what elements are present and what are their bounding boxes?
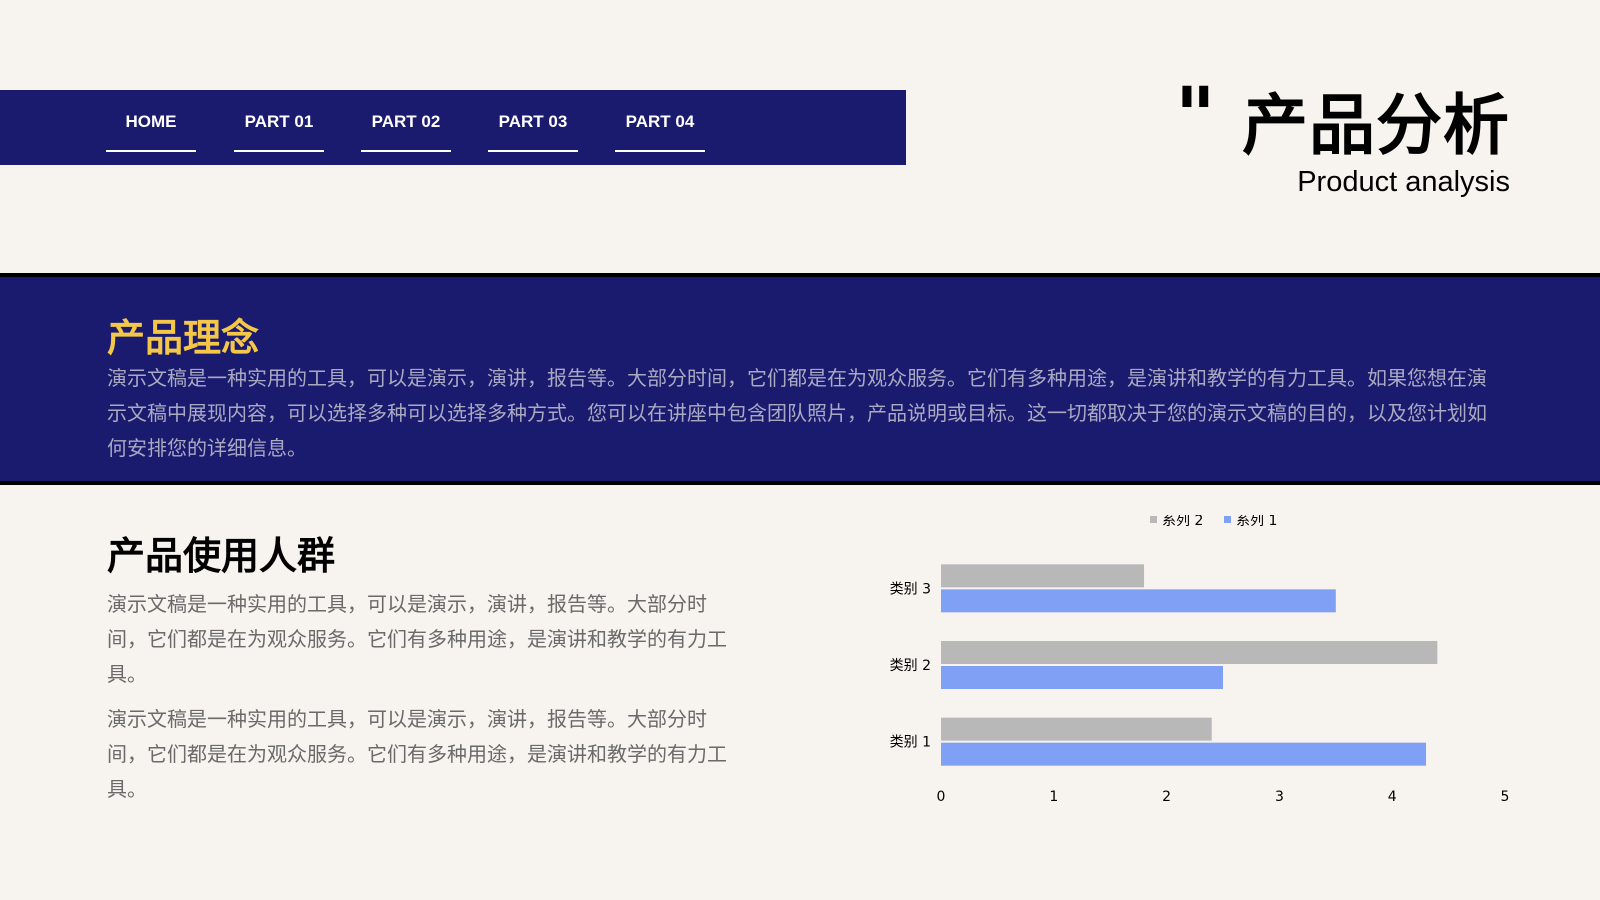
nav-part-03-label: PART 03 [498, 112, 568, 131]
users-title: 产品使用人群 [107, 534, 336, 578]
x-tick-label: 1 [1049, 789, 1058, 805]
nav-part-01[interactable]: PART 01 [234, 110, 324, 152]
concept-title: 产品理念 [107, 316, 260, 360]
x-tick-label: 2 [1162, 789, 1171, 805]
nav-part-04[interactable]: PART 04 [615, 110, 705, 152]
category-label: 类别 3 [890, 581, 931, 597]
bar-series-1-2 [941, 666, 1223, 689]
nav-part-04-label: PART 04 [625, 112, 695, 131]
bar-chart: 类别 1 类别 2 类别 3 0 1 2 3 4 5 系列 2 系列 1 [860, 513, 1520, 815]
bar-series-1-1 [941, 742, 1427, 766]
bar-series-2-3 [941, 564, 1145, 588]
x-tick-label: 3 [1275, 789, 1284, 805]
nav-home[interactable]: HOME [106, 110, 196, 152]
concept-band: 产品理念 演示文稿是一种实用的工具，可以是演示，演讲，报告等。大部分时间，它们都… [0, 273, 1600, 485]
nav-part-03[interactable]: PART 03 [488, 110, 578, 152]
legend-swatch [1224, 516, 1231, 523]
bar-series-2-1 [941, 717, 1212, 741]
x-tick-label: 4 [1388, 789, 1397, 805]
concept-text: 演示文稿是一种实用的工具，可以是演示，演讲，报告等。大部分时间，它们都是在为观众… [107, 366, 1487, 460]
users-paragraph-1: 演示文稿是一种实用的工具，可以是演示，演讲，报告等。大部分时间，它们都是在为观众… [107, 592, 727, 686]
category-label: 类别 2 [890, 658, 931, 674]
legend-label: 系列 2 [1162, 515, 1203, 529]
category-label: 类别 1 [890, 735, 931, 751]
legend-label: 系列 1 [1236, 515, 1277, 529]
nav-home-label: HOME [125, 112, 177, 131]
bar-series-2-2 [941, 641, 1438, 664]
legend-swatch [1150, 516, 1157, 523]
nav-underline [234, 150, 324, 152]
nav-underline [488, 150, 578, 152]
bar-series-1-3 [941, 589, 1336, 613]
x-tick-label: 5 [1501, 789, 1510, 805]
nav-part-02-label: PART 02 [371, 112, 441, 131]
nav-part-01-label: PART 01 [244, 112, 314, 131]
nav-underline [615, 150, 705, 152]
top-nav-bar: HOME PART 01 PART 02 PART 03 PART 04 [0, 90, 906, 165]
x-tick-label: 0 [937, 789, 946, 805]
page-title: 产品分析 [1242, 87, 1510, 164]
nav-underline [106, 150, 196, 152]
nav-underline [361, 150, 451, 152]
bar-chart-svg: 类别 1 类别 2 类别 3 0 1 2 3 4 5 系列 2 系列 1 [890, 513, 1510, 805]
page-subtitle: Product analysis [1297, 166, 1510, 198]
users-paragraph-2: 演示文稿是一种实用的工具，可以是演示，演讲，报告等。大部分时间，它们都是在为观众… [107, 707, 727, 801]
quote-mark-icon: " [1175, 72, 1216, 162]
nav-part-02[interactable]: PART 02 [361, 110, 451, 152]
